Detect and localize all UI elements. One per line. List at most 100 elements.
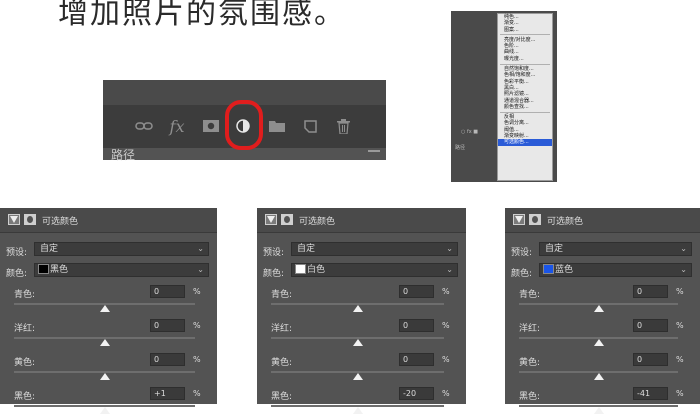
slider-thumb[interactable]: [593, 305, 604, 312]
preset-select[interactable]: 自定 ⌄: [34, 242, 209, 256]
adjustment-menu: 纯色... 渐变... 图案... 亮度/对比度... 色阶... 曲线... 曝光度...…: [497, 13, 553, 181]
slider-label: 黑色:: [271, 392, 293, 402]
percent-label: %: [676, 321, 684, 330]
chevron-down-icon: ⌄: [446, 265, 453, 274]
chevron-down-icon: ⌄: [680, 265, 687, 274]
highlight-circle: [225, 100, 263, 150]
slider-value-input[interactable]: 0: [150, 353, 185, 366]
percent-label: %: [676, 389, 684, 398]
menu-separator: [500, 63, 550, 65]
menu-shot-icons: ○ fx ■: [461, 129, 478, 135]
slider-value-input[interactable]: 0: [150, 319, 185, 332]
link-icon[interactable]: [133, 116, 155, 136]
menu-item[interactable]: 曝光度...: [498, 56, 552, 62]
percent-label: %: [442, 355, 450, 364]
chevron-down-icon: ⌄: [446, 244, 453, 253]
slider-label: 洋红:: [519, 324, 541, 334]
menu-item[interactable]: 颜色查找...: [498, 104, 552, 110]
color-swatch: [295, 264, 306, 274]
preset-label: 预设:: [6, 248, 28, 258]
selective-color-panel-blue: 可选颜色 预设: 自定 ⌄ 颜色: 蓝色 ⌄ 青色: 0% 洋红: 0% 黄色: 0% 黑色: -41%: [505, 208, 700, 414]
chevron-down-icon: ⌄: [197, 265, 204, 274]
slider-label: 黄色:: [14, 358, 36, 368]
slider-value-input[interactable]: -20: [399, 387, 434, 400]
colors-label: 颜色:: [6, 269, 28, 279]
preset-label: 预设:: [263, 248, 285, 258]
trash-icon[interactable]: [333, 116, 353, 136]
percent-label: %: [442, 287, 450, 296]
percent-label: %: [193, 355, 201, 364]
colors-label: 颜色:: [511, 269, 533, 279]
slider-label: 青色:: [14, 290, 36, 300]
slider-value-input[interactable]: 0: [633, 353, 668, 366]
slider-thumb[interactable]: [352, 373, 363, 380]
slider-thumb[interactable]: [99, 407, 110, 414]
selective-color-panel-black: 可选颜色预设: 自定 ⌄ 颜色: 黑色 ⌄ 青色: 0% 洋红: 0% 黄色: 0% 黑色: +1%: [0, 208, 217, 414]
new-layer-icon[interactable]: [300, 116, 320, 136]
slider-value-input[interactable]: -41: [633, 387, 668, 400]
paths-tab-label[interactable]: 路径: [111, 146, 135, 163]
slider-thumb[interactable]: [352, 407, 363, 414]
adjustment-icon: [513, 214, 525, 225]
panel-title: 可选颜色: [299, 217, 336, 227]
chevron-down-icon: ⌄: [680, 244, 687, 253]
color-value: 黑色: [50, 265, 69, 275]
menu-item[interactable]: 图案...: [498, 27, 552, 33]
folder-icon[interactable]: [266, 116, 288, 136]
slider-thumb[interactable]: [99, 305, 110, 312]
selective-color-panel-white: 可选颜色预设: 自定 ⌄ 颜色: 白色 ⌄ 青色: 0% 洋红: 0% 黄色: 0% 黑色: -20%: [257, 208, 466, 414]
slider-label: 黑色:: [519, 392, 541, 402]
color-swatch: [543, 264, 554, 274]
mask-icon[interactable]: [201, 116, 221, 136]
preset-value: 自定: [40, 244, 59, 254]
preset-select[interactable]: 自定 ⌄: [539, 242, 692, 256]
slider-value-input[interactable]: 0: [633, 285, 668, 298]
percent-label: %: [193, 389, 201, 398]
color-value: 蓝色: [555, 265, 574, 275]
layer-mask-icon[interactable]: [529, 214, 541, 225]
preset-label: 预设:: [511, 248, 533, 258]
panel-title: 可选颜色: [547, 217, 584, 227]
slider-thumb[interactable]: [593, 339, 604, 346]
color-swatch: [38, 264, 49, 274]
percent-label: %: [676, 287, 684, 296]
slider-label: 洋红:: [14, 324, 36, 334]
panel-title: 可选颜色: [42, 217, 79, 227]
slider-thumb[interactable]: [593, 407, 604, 414]
slider-value-input[interactable]: 0: [633, 319, 668, 332]
slider-label: 黄色:: [519, 358, 541, 368]
fx-icon[interactable]: fx: [166, 116, 188, 136]
percent-label: %: [442, 389, 450, 398]
colors-select[interactable]: 白色 ⌄: [291, 263, 458, 277]
chevron-down-icon: ⌄: [197, 244, 204, 253]
preset-select[interactable]: 自定 ⌄: [291, 242, 458, 256]
preset-value: 自定: [297, 244, 316, 254]
percent-label: %: [193, 287, 201, 296]
slider-label: 黑色:: [14, 392, 36, 402]
adjustment-menu-screenshot: ○ fx ■ 路径 纯色... 渐变... 图案... 亮度/对比度... 色阶... 曲…: [451, 11, 557, 182]
colors-select[interactable]: 蓝色 ⌄: [539, 263, 692, 277]
menu-separator: [500, 111, 550, 113]
panel-menu-icon[interactable]: [368, 150, 380, 152]
colors-select[interactable]: 黑色 ⌄: [34, 263, 209, 277]
slider-thumb[interactable]: [99, 373, 110, 380]
layer-mask-icon[interactable]: [24, 214, 36, 225]
slider-label: 青色:: [271, 290, 293, 300]
slider-value-input[interactable]: 0: [399, 319, 434, 332]
percent-label: %: [442, 321, 450, 330]
slider-value-input[interactable]: 0: [399, 285, 434, 298]
percent-label: %: [193, 321, 201, 330]
slider-thumb[interactable]: [352, 305, 363, 312]
layer-mask-icon[interactable]: [281, 214, 293, 225]
slider-value-input[interactable]: 0: [399, 353, 434, 366]
slider-thumb[interactable]: [352, 339, 363, 346]
slider-label: 黄色:: [271, 358, 293, 368]
colors-label: 颜色:: [263, 269, 285, 279]
slider-thumb[interactable]: [593, 373, 604, 380]
slider-thumb[interactable]: [99, 339, 110, 346]
preset-value: 自定: [545, 244, 564, 254]
slider-value-input[interactable]: +1: [150, 387, 185, 400]
slider-label: 洋红:: [271, 324, 293, 334]
slider-value-input[interactable]: 0: [150, 285, 185, 298]
menu-item[interactable]: 可选颜色...: [498, 139, 552, 146]
